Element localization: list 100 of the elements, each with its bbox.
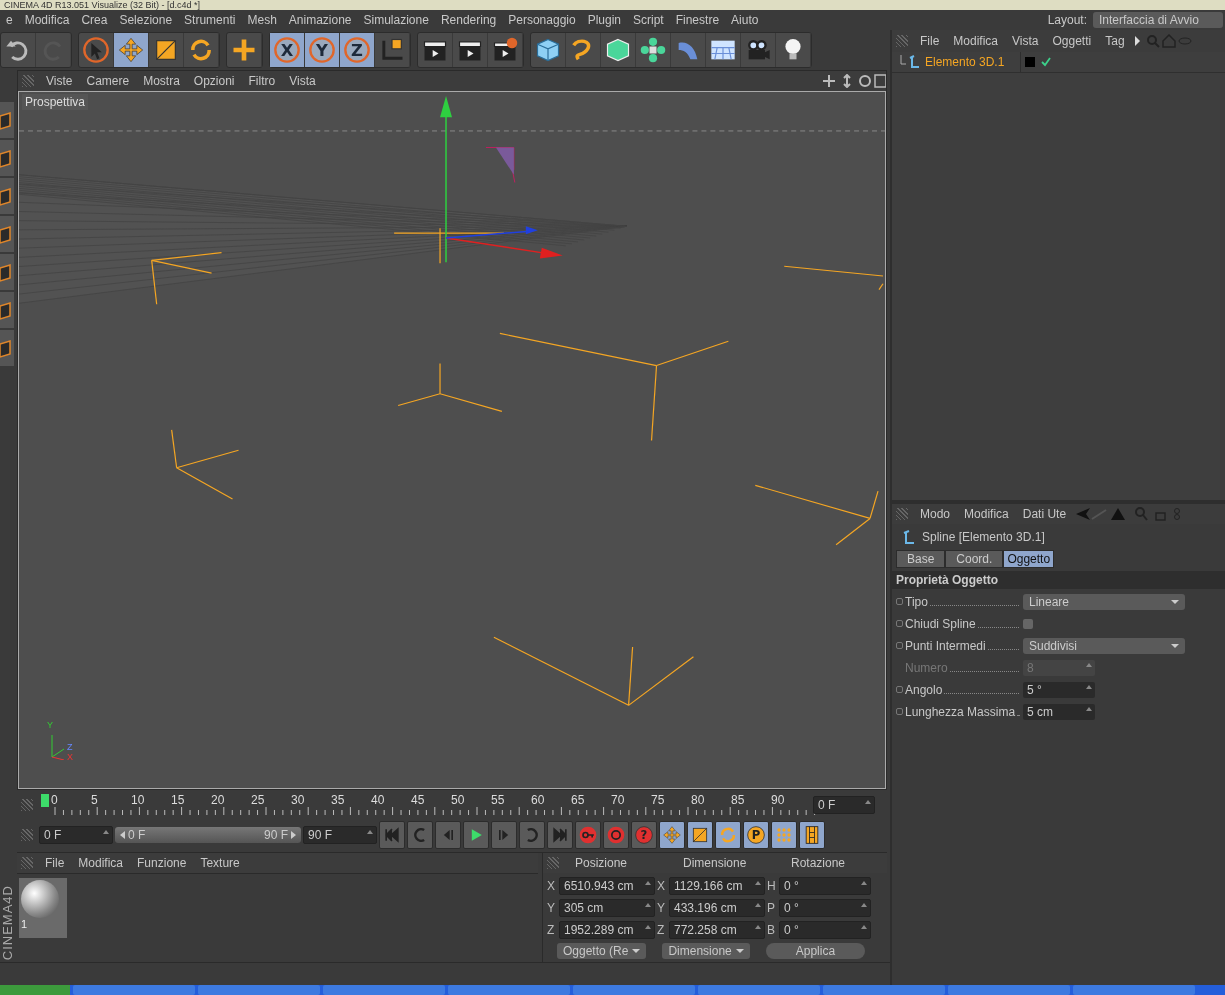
menu-item[interactable]: Modifica	[18, 13, 76, 27]
selection-icon	[82, 36, 110, 64]
menu-item[interactable]: Funzione	[131, 856, 193, 870]
axis-label: Y	[47, 720, 53, 730]
mode-button[interactable]	[0, 330, 14, 366]
menu-item[interactable]: Animazione	[282, 13, 358, 27]
menu-item[interactable]: Modifica	[72, 856, 130, 870]
size-dropdown[interactable]: Dimensione	[662, 943, 750, 959]
skip-end-icon	[550, 825, 570, 845]
menu-item[interactable]: Plugin	[581, 13, 627, 27]
menu-item[interactable]: Finestre	[669, 13, 726, 27]
menu-item[interactable]: Opzioni	[187, 74, 241, 88]
menu-item[interactable]: Dati Ute	[1016, 507, 1073, 521]
current-frame-field[interactable]: 0 F	[813, 796, 875, 814]
dropdown[interactable]: Suddivisi	[1023, 637, 1185, 654]
brand-logo: CINEMA4D	[0, 884, 14, 960]
menu-item[interactable]: Aiuto	[725, 13, 765, 27]
layout-dropdown[interactable]: Interfaccia di Avvio	[1093, 12, 1223, 28]
menu-item[interactable]: Oggetti	[1046, 34, 1098, 48]
number-field[interactable]: 5 °	[1023, 681, 1095, 698]
tool-button[interactable]	[114, 33, 149, 67]
grip-icon[interactable]	[896, 35, 908, 47]
menu-item[interactable]: Rendering	[434, 13, 503, 27]
transport-button[interactable]	[715, 821, 741, 849]
number-field[interactable]: 5 cm	[1023, 703, 1095, 720]
grip-icon[interactable]	[21, 857, 33, 869]
frame-number: 20	[211, 793, 225, 807]
tab[interactable]: Coord.	[945, 550, 1004, 568]
grip-icon[interactable]	[22, 75, 34, 87]
grip-icon[interactable]	[21, 799, 33, 811]
menu-item[interactable]: Strumenti	[178, 13, 242, 27]
dropdown[interactable]: Lineare	[1023, 593, 1185, 610]
position-field[interactable]: 305 cm	[559, 899, 655, 917]
menu-item[interactable]: Vista	[1006, 34, 1045, 48]
position-field[interactable]: 1952.289 cm	[559, 921, 655, 939]
menu-item[interactable]: Mesh	[241, 13, 283, 27]
field-label: Numero	[905, 660, 1021, 675]
menu-item[interactable]: e	[0, 13, 19, 27]
mode-button[interactable]	[0, 254, 14, 290]
key-icon	[578, 825, 598, 845]
view-navigation-icon[interactable]	[822, 74, 886, 88]
size-field[interactable]: 772.258 cm	[669, 921, 765, 939]
rotation-field[interactable]: 0 °	[779, 899, 871, 917]
transport-button[interactable]	[575, 821, 601, 849]
axis-label: Z	[67, 742, 73, 752]
rotation-field[interactable]: 0 °	[779, 877, 871, 895]
end-frame-field[interactable]: 90 F	[303, 826, 377, 844]
tab[interactable]: Base	[896, 550, 946, 568]
menu-item[interactable]: Viste	[40, 74, 79, 88]
menu-item[interactable]: Filtro	[242, 74, 282, 88]
material-swatch[interactable]: 1	[19, 878, 67, 938]
menu-item[interactable]: Modifica	[947, 34, 1005, 48]
start-frame-field[interactable]: 0 F	[39, 826, 113, 844]
transport-button[interactable]	[687, 821, 713, 849]
3d-viewport[interactable]: Prospettiva Y Z X	[18, 91, 886, 789]
mode-button[interactable]	[0, 292, 14, 328]
tab[interactable]: Oggetto	[1003, 550, 1055, 568]
rotation-field[interactable]: 0 °	[779, 921, 871, 939]
checkbox[interactable]	[1023, 618, 1033, 629]
grip-icon[interactable]	[21, 829, 33, 841]
transport-button[interactable]	[463, 821, 489, 849]
menu-item[interactable]: Simulazione	[357, 13, 435, 27]
grip-icon[interactable]	[547, 857, 559, 869]
frame-range-slider[interactable]: 0 F 90 F	[115, 827, 301, 843]
menu-item[interactable]: Personaggio	[502, 13, 582, 27]
start-button[interactable]	[0, 985, 70, 995]
menu-item[interactable]: Mostra	[137, 74, 186, 88]
transport-button[interactable]	[603, 821, 629, 849]
menu-item[interactable]: Script	[627, 13, 670, 27]
size-field[interactable]: 1129.166 cm	[669, 877, 765, 895]
object-item[interactable]: Elemento 3D.1	[892, 55, 1020, 69]
menu-item[interactable]: File	[39, 856, 71, 870]
size-field[interactable]: 433.196 cm	[669, 899, 765, 917]
grip-icon[interactable]	[896, 508, 908, 520]
frame-number: 80	[691, 793, 705, 807]
menu-item[interactable]: Tag	[1099, 34, 1131, 48]
transport-button[interactable]	[771, 821, 797, 849]
field-label: Angolo	[905, 682, 1021, 697]
transport-button[interactable]	[659, 821, 685, 849]
menu-item[interactable]: Camere	[80, 74, 136, 88]
field-label: Tipo	[905, 594, 1021, 609]
position-field[interactable]: 6510.943 cm	[559, 877, 655, 895]
menu-item[interactable]: Modifica	[958, 507, 1015, 521]
check-icon[interactable]	[1041, 57, 1051, 67]
timeline-ruler[interactable]: 0 5 10 15 20 25 30 35 40 45 50 55 60 65 70 75 80 85 90	[39, 793, 811, 817]
apply-button[interactable]: Applica	[765, 943, 866, 959]
axis-label: Y	[547, 901, 556, 915]
mode-button[interactable]	[0, 140, 14, 176]
mode-dropdown[interactable]: Oggetto (Re	[557, 943, 647, 959]
menu-item[interactable]: Crea	[75, 13, 114, 27]
mode-button[interactable]	[0, 216, 14, 252]
menu-item[interactable]: Texture	[194, 856, 246, 870]
mode-button[interactable]	[0, 178, 14, 214]
menu-item[interactable]: File	[914, 34, 946, 48]
mode-button[interactable]	[0, 102, 14, 138]
layer-color-swatch[interactable]	[1025, 57, 1035, 67]
menu-item[interactable]: Selezione	[113, 13, 179, 27]
transport-button[interactable]	[799, 821, 825, 849]
menu-item[interactable]: Modo	[914, 507, 957, 521]
menu-item[interactable]: Vista	[283, 74, 322, 88]
